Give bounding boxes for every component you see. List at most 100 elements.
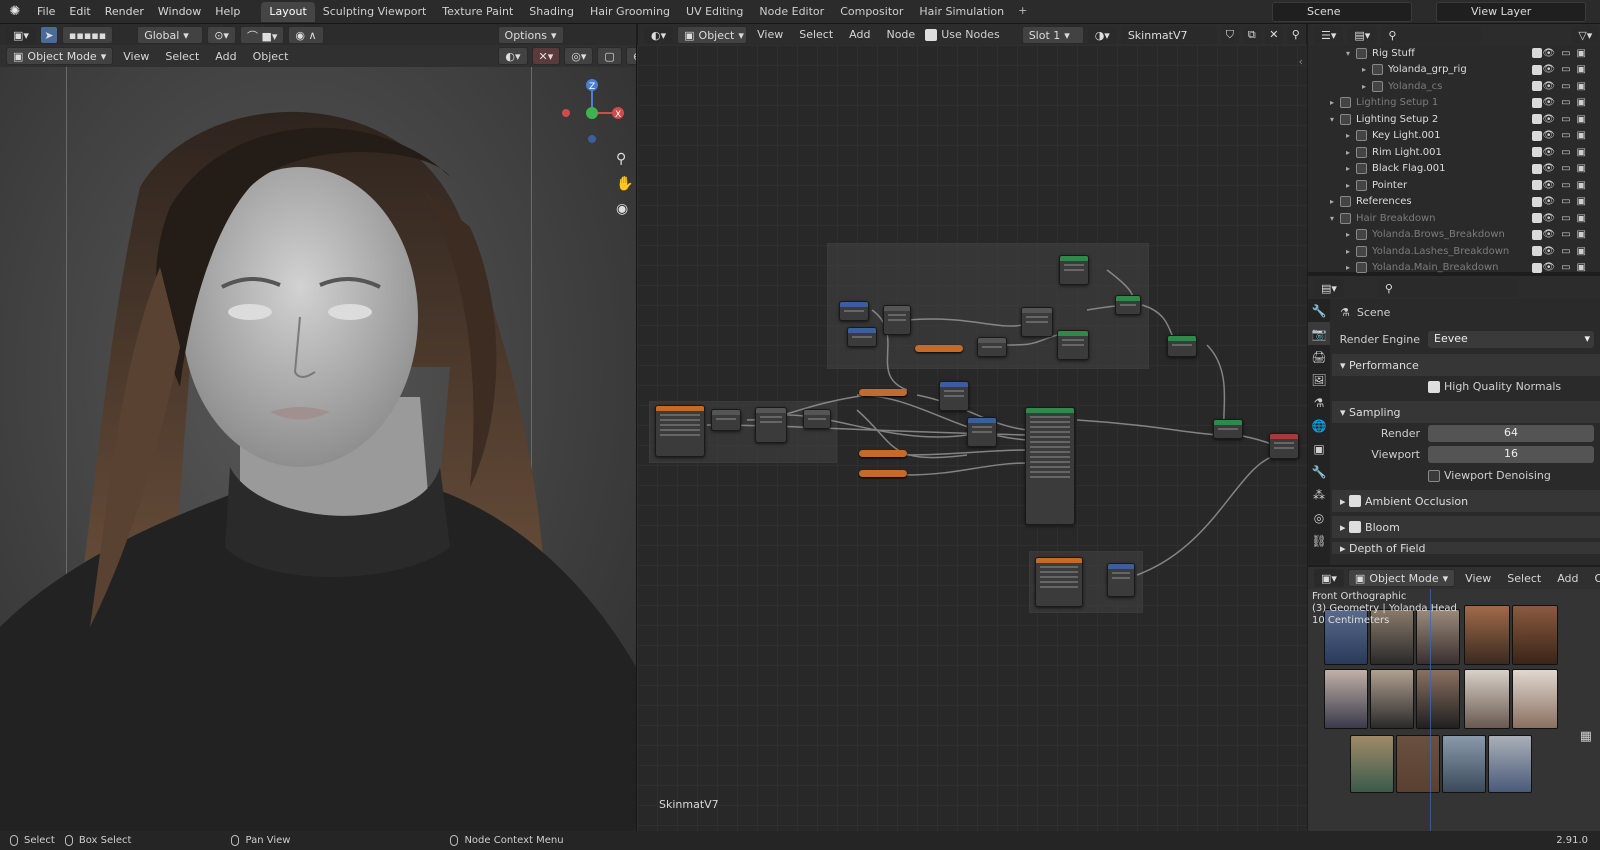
check-icon[interactable]: [1349, 521, 1362, 533]
tab-hair-simulation[interactable]: Hair Simulation: [911, 1, 1013, 22]
outliner-row[interactable]: ▸ Pointer 👁▭▣: [1308, 177, 1600, 194]
particles-tab-icon[interactable]: ⁂: [1308, 483, 1330, 506]
tab-shading[interactable]: Shading: [521, 1, 582, 22]
material-browse-button[interactable]: ◑▾: [1087, 25, 1117, 44]
visibility-toggles-icon[interactable]: 👁▭▣: [1542, 64, 1592, 75]
reference-image[interactable]: [1416, 669, 1460, 729]
tab-layout[interactable]: Layout: [261, 1, 315, 22]
exclude-checkbox[interactable]: [1532, 97, 1542, 108]
visibility-dropdown[interactable]: ◐▾: [498, 47, 528, 65]
exclude-checkbox[interactable]: [1532, 130, 1542, 141]
camera-icon[interactable]: ◉: [616, 197, 633, 222]
reference-image[interactable]: [1488, 735, 1532, 793]
shader-node[interactable]: [967, 417, 997, 447]
select-mode-buttons[interactable]: ▪▪▪▪▪: [61, 26, 114, 44]
shader-node[interactable]: [1057, 330, 1089, 360]
expand-arrow-icon[interactable]: ▾: [1330, 214, 1340, 223]
outliner-row[interactable]: ▸ Key Light.001 👁▭▣: [1308, 128, 1600, 145]
exclude-checkbox[interactable]: [1532, 114, 1542, 125]
outliner-row[interactable]: ▸ Black Flag.001 👁▭▣: [1308, 161, 1600, 178]
shader-node[interactable]: [839, 301, 869, 321]
collapse-arrow-icon[interactable]: ▸: [1346, 181, 1356, 190]
exclude-checkbox[interactable]: [1532, 81, 1542, 92]
pivot-dropdown[interactable]: ⊙▾: [207, 26, 236, 44]
reference-image[interactable]: [1464, 605, 1510, 665]
outliner-row[interactable]: ▾ Hair Breakdown 👁▭▣: [1308, 210, 1600, 227]
material-name-field[interactable]: SkinmatV7: [1120, 25, 1217, 44]
scene-selector[interactable]: Scene: [1272, 2, 1412, 22]
shader-node[interactable]: [1035, 557, 1083, 607]
collapse-arrow-icon[interactable]: ▸: [1330, 197, 1340, 206]
gizmo-toggle[interactable]: ✕▾: [531, 47, 561, 65]
outliner-row[interactable]: ▸ References 👁▭▣: [1308, 194, 1600, 211]
visibility-toggles-icon[interactable]: 👁▭▣: [1542, 246, 1592, 257]
use-nodes-checkbox[interactable]: Use Nodes: [925, 28, 1000, 41]
unlink-icon[interactable]: ✕: [1264, 25, 1283, 44]
tab-hair-grooming[interactable]: Hair Grooming: [581, 1, 679, 22]
shader-node[interactable]: [1213, 419, 1243, 439]
scene-tab-icon[interactable]: ⚗: [1308, 391, 1330, 414]
node-editor-type-button[interactable]: ◐▾: [644, 25, 674, 44]
shader-node[interactable]: [1059, 255, 1089, 285]
sampling-panel-header[interactable]: ▾ Sampling: [1332, 401, 1600, 423]
tab-node-editor[interactable]: Node Editor: [751, 1, 833, 22]
outliner-row[interactable]: ▸ Yolanda.Main_Breakdown 👁▭▣: [1308, 260, 1600, 277]
outliner-row[interactable]: ▸ Yolanda.Lashes_Breakdown 👁▭▣: [1308, 243, 1600, 260]
reference-image[interactable]: [1350, 735, 1394, 793]
collapse-arrow-icon[interactable]: ▸: [1362, 82, 1372, 91]
slot-dropdown[interactable]: Slot 1 ▾: [1021, 25, 1084, 44]
reference-image[interactable]: [1464, 669, 1510, 729]
constraints-tab-icon[interactable]: ⛓: [1308, 529, 1330, 552]
small-menu-select[interactable]: Select: [1501, 572, 1547, 585]
outliner-search-input[interactable]: ⚲: [1381, 25, 1482, 44]
viewport-samples-field[interactable]: 16: [1428, 446, 1594, 463]
visibility-toggles-icon[interactable]: 👁▭▣: [1542, 147, 1592, 158]
menu-edit[interactable]: Edit: [62, 5, 97, 18]
fake-user-icon[interactable]: ⛉: [1220, 25, 1239, 44]
reroute-node[interactable]: [915, 345, 963, 352]
visibility-toggles-icon[interactable]: 👁▭▣: [1542, 130, 1592, 141]
viewport-menu-add[interactable]: Add: [209, 50, 242, 63]
3d-viewport[interactable]: Z X ⚲ ✋ ◉: [0, 67, 636, 831]
editor-type-button[interactable]: ▣▾: [6, 26, 36, 44]
menu-window[interactable]: Window: [151, 5, 208, 18]
visibility-toggles-icon[interactable]: 👁▭▣: [1542, 196, 1592, 207]
options-dropdown[interactable]: Options ▾: [497, 26, 564, 44]
reference-image[interactable]: [1416, 609, 1460, 665]
shader-node[interactable]: [711, 409, 741, 431]
visibility-toggles-icon[interactable]: 👁▭▣: [1542, 114, 1592, 125]
reference-image[interactable]: [1512, 605, 1558, 665]
collapse-arrow-icon[interactable]: ▸: [1346, 148, 1356, 157]
small-menu-view[interactable]: View: [1459, 572, 1497, 585]
outliner-row[interactable]: ▸ Yolanda_grp_rig 👁▭▣: [1308, 62, 1600, 79]
pin-icon[interactable]: ⚲: [1286, 25, 1305, 44]
small-editor-type-button[interactable]: ▣▾: [1314, 569, 1344, 587]
object-tab-icon[interactable]: ▣: [1308, 437, 1330, 460]
reference-image[interactable]: [1512, 669, 1558, 729]
tab-texture-paint[interactable]: Texture Paint: [434, 1, 522, 22]
viewport-menu-object[interactable]: Object: [247, 50, 295, 63]
exclude-checkbox[interactable]: [1532, 180, 1542, 191]
collapse-arrow-icon[interactable]: ▸: [1346, 247, 1356, 256]
pan-hand-icon[interactable]: ✋: [616, 172, 633, 197]
overlay-toggle[interactable]: ◎▾: [564, 47, 594, 65]
xray-toggle[interactable]: ▢: [597, 47, 622, 65]
modifier-tab-icon[interactable]: 🔧: [1308, 460, 1330, 483]
shader-node[interactable]: [1115, 295, 1141, 315]
exclude-checkbox[interactable]: [1532, 48, 1542, 59]
output-tab-icon[interactable]: 🖨: [1308, 345, 1330, 368]
exclude-checkbox[interactable]: [1532, 229, 1542, 240]
outliner-row[interactable]: ▾ Rig Stuff 👁▭▣: [1308, 45, 1600, 62]
collapse-arrow-icon[interactable]: ▸: [1362, 65, 1372, 74]
reference-image[interactable]: [1324, 669, 1368, 729]
shader-node[interactable]: [939, 381, 969, 411]
mode-dropdown[interactable]: ▣ Object Mode ▾: [6, 47, 114, 65]
node-menu-node[interactable]: Node: [880, 28, 921, 41]
viewport-denoising-checkbox[interactable]: Viewport Denoising: [1332, 465, 1600, 486]
collapse-arrow-icon[interactable]: ▸: [1346, 263, 1356, 272]
shader-node[interactable]: [1021, 307, 1053, 337]
outliner-row[interactable]: ▸ Yolanda.Brows_Breakdown 👁▭▣: [1308, 227, 1600, 244]
shader-node[interactable]: [847, 327, 877, 347]
view-layer-selector[interactable]: View Layer: [1436, 2, 1586, 22]
tab-sculpting[interactable]: Sculpting Viewport: [314, 1, 435, 22]
